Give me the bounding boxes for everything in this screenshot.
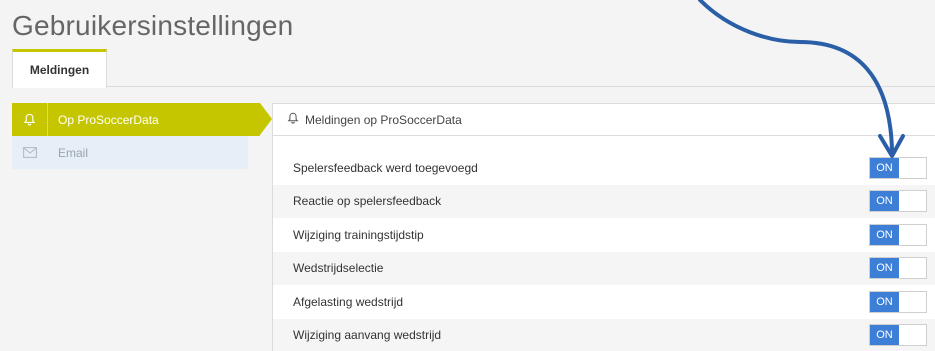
notification-label: Reactie op spelersfeedback (293, 194, 442, 209)
notification-label: Wedstrijdselectie (293, 261, 384, 276)
notification-toggle[interactable]: ON (869, 223, 927, 246)
toggle-on-label: ON (870, 191, 899, 212)
toggle-on-label: ON (870, 258, 899, 279)
notification-toggle[interactable]: ON (869, 290, 927, 313)
notification-toggle[interactable]: ON (869, 156, 927, 179)
toggle-on-label: ON (870, 291, 899, 312)
notification-label: Afgelasting wedstrijd (293, 294, 404, 309)
list-item: Wedstrijdselectie ON (273, 251, 935, 285)
sidebar-item-op-prosoccerdata[interactable]: Op ProSoccerData (12, 103, 272, 136)
tab-bar: Meldingen (12, 49, 935, 88)
page-title: Gebruikersinstellingen (12, 10, 294, 41)
list-item: Spelersfeedback werd toegevoegd ON (273, 151, 935, 185)
notification-toggle[interactable]: ON (869, 190, 927, 213)
sidebar: Op ProSoccerData Email (12, 103, 272, 169)
bell-icon (12, 103, 48, 136)
list-item: Wijziging aanvang wedstrijd ON (273, 318, 935, 351)
notification-label: Wijziging aanvang wedstrijd (293, 328, 442, 343)
notification-toggle[interactable]: ON (869, 324, 927, 347)
toggle-on-label: ON (870, 157, 899, 178)
list-item: Wijziging trainingstijdstip ON (273, 218, 935, 252)
sidebar-item-label: Email (58, 145, 89, 160)
bell-icon (287, 112, 299, 127)
panel-title: Meldingen op ProSoccerData (305, 112, 462, 127)
notification-label: Spelersfeedback werd toegevoegd (293, 160, 478, 175)
notification-list: Spelersfeedback werd toegevoegd ON React… (273, 136, 935, 351)
tab-meldingen[interactable]: Meldingen (12, 49, 107, 88)
notification-label: Wijziging trainingstijdstip (293, 227, 424, 242)
list-item: Reactie op spelersfeedback ON (273, 184, 935, 218)
notifications-panel: Meldingen op ProSoccerData Spelersfeedba… (272, 103, 935, 351)
toggle-on-label: ON (870, 325, 899, 346)
notification-toggle[interactable]: ON (869, 257, 927, 280)
list-item: Afgelasting wedstrijd ON (273, 285, 935, 319)
toggle-on-label: ON (870, 224, 899, 245)
sidebar-item-email[interactable]: Email (12, 136, 248, 169)
sidebar-item-label: Op ProSoccerData (58, 112, 159, 127)
envelope-icon (12, 147, 48, 158)
panel-header: Meldingen op ProSoccerData (273, 104, 935, 136)
